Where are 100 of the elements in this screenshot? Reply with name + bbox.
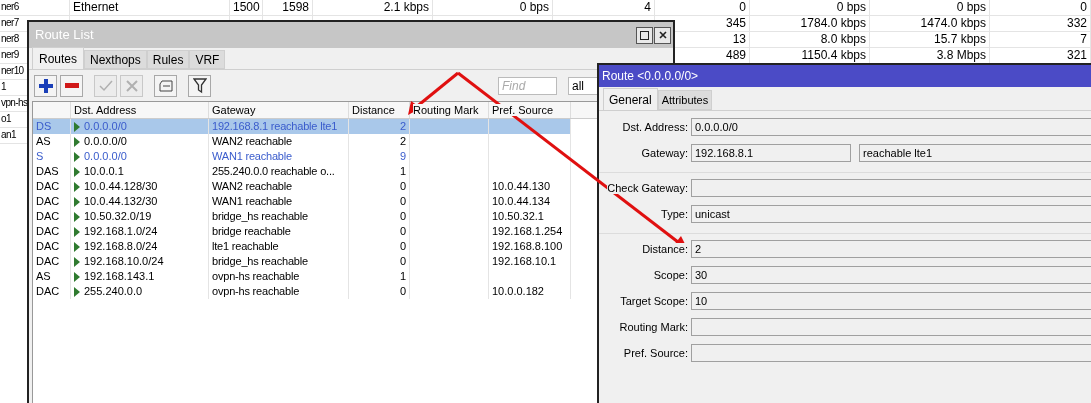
table-cell: 192.168.10.1 (492, 255, 557, 267)
field-label: Check Gateway: (607, 181, 688, 194)
route-row[interactable]: AS 192.168.143.1 ovpn-hs reachable 1 (33, 269, 571, 284)
route-row[interactable]: DAC 192.168.10.0/24 bridge_hs reachable 0 192.168.10.1 (33, 254, 571, 269)
route-row[interactable]: AS 0.0.0.0/0 WAN2 reachable 2 (33, 134, 571, 149)
table-cell: 192.168.1.0/24 (84, 224, 158, 239)
table-cell: WAN2 reachable (212, 135, 292, 147)
route-row[interactable]: DAC 10.50.32.0/19 bridge_hs reachable 0 10.50.32.1 (33, 209, 571, 224)
field-label: Dst. Address: (622, 120, 688, 133)
table-cell: 15.7 kbps (933, 32, 986, 46)
route-row[interactable]: DAS 10.0.0.1 255.240.0.0 reachable o... 1 (33, 164, 571, 179)
table-cell: 192.168.1.254 (492, 225, 563, 237)
table-cell: bridge_hs reachable (212, 210, 308, 222)
triangle-icon (74, 151, 80, 162)
table-cell: bridge_hs reachable (212, 255, 308, 267)
table-cell: ovpn-hs reachable (212, 285, 300, 297)
table-cell: WAN2 reachable (212, 180, 292, 192)
text-field[interactable] (691, 344, 1091, 362)
tab[interactable]: Attributes (657, 90, 713, 110)
tab[interactable]: VRF (189, 50, 226, 69)
triangle-icon (74, 136, 80, 147)
table-cell: ner8 (1, 33, 19, 44)
comment-button[interactable] (154, 74, 177, 97)
tab[interactable]: Rules (146, 50, 190, 69)
table-cell: Ethernet (73, 0, 119, 14)
text-field[interactable] (691, 318, 1091, 336)
find-field[interactable]: Find (498, 76, 557, 95)
table-cell: 10.0.44.132/30 (84, 194, 158, 209)
table-cell: 10.0.0.1 (84, 164, 124, 179)
table-cell: 0.0.0.0/0 (84, 119, 127, 134)
tab[interactable]: General (603, 88, 658, 110)
table-cell: 192.168.143.1 (84, 269, 155, 284)
text-field[interactable]: 2 (691, 240, 1091, 258)
table-cell: WAN1 reachable (212, 195, 292, 207)
tab[interactable]: Nexthops (84, 50, 147, 69)
table-cell: an1 (1, 129, 16, 140)
text-field[interactable]: 0.0.0.0/0 (691, 118, 1091, 136)
table-cell: ner9 (1, 49, 19, 60)
maximize-icon (640, 30, 649, 40)
table-cell: 0 (349, 284, 410, 299)
table-cell: 1474.0 kbps (920, 16, 986, 30)
note-icon (158, 79, 173, 92)
table-cell: o1 (1, 113, 11, 124)
column-header[interactable]: Distance (352, 104, 395, 116)
table-cell: 3.8 Mbps (936, 48, 986, 62)
text-field[interactable] (691, 179, 1091, 197)
text-field[interactable]: 30 (691, 266, 1091, 284)
triangle-icon (74, 166, 80, 177)
table-cell: 1 (1, 81, 6, 92)
field-label: Routing Mark: (619, 320, 688, 333)
table-cell: 321 (1066, 48, 1087, 62)
maximize-button[interactable] (636, 26, 653, 44)
route-row[interactable]: DAC 192.168.1.0/24 bridge reachable 0 192.168.1.254 (33, 224, 571, 239)
table-cell: vpn-hs (1, 97, 28, 108)
table-cell: 0.0.0.0/0 (84, 134, 127, 149)
route-row[interactable]: DS 0.0.0.0/0 192.168.8.1 reachable lte1 2 (33, 119, 571, 134)
triangle-icon (74, 196, 80, 207)
route-row[interactable]: DAC 192.168.8.0/24 lte1 reachable 0 192.168.8.100 (33, 239, 571, 254)
table-cell: 345 (725, 16, 746, 30)
filter-button[interactable] (188, 74, 211, 97)
column-header[interactable]: Pref. Source (492, 104, 554, 116)
column-header[interactable]: Dst. Address (74, 104, 137, 116)
text-field[interactable]: reachable lte1 (859, 144, 1091, 162)
field-label: Target Scope: (620, 294, 688, 307)
text-field[interactable]: 10 (691, 292, 1091, 310)
field-label: Distance: (642, 242, 688, 255)
triangle-icon (74, 271, 80, 282)
route-row[interactable]: DAC 10.0.44.128/30 WAN2 reachable 0 10.0.44.130 (33, 179, 571, 194)
table-cell: 489 (725, 48, 746, 62)
table-cell: 4 (644, 0, 651, 14)
close-button[interactable] (654, 26, 671, 44)
table-cell: 10.0.44.134 (492, 195, 551, 207)
remove-button[interactable] (60, 74, 83, 97)
route-row[interactable]: S 0.0.0.0/0 WAN1 reachable 9 (33, 149, 571, 164)
triangle-icon (74, 226, 80, 237)
route-row[interactable]: DAC 10.0.44.132/30 WAN1 reachable 0 10.0.44.134 (33, 194, 571, 209)
column-header[interactable]: Routing Mark (413, 104, 479, 116)
tab[interactable]: Routes (32, 47, 85, 69)
field-label: Gateway: (641, 146, 688, 159)
text-field[interactable]: unicast (691, 205, 1091, 223)
table-cell: 0 (739, 0, 746, 14)
triangle-icon (74, 286, 80, 297)
table-cell: WAN1 reachable (212, 150, 292, 162)
add-button[interactable] (34, 74, 57, 97)
table-cell: 332 (1066, 16, 1087, 30)
field-label: Pref. Source: (623, 346, 688, 359)
column-header[interactable]: Gateway (212, 104, 256, 116)
check-icon (98, 79, 113, 92)
table-cell: 1150.4 kbps (801, 48, 866, 62)
triangle-icon (74, 181, 80, 192)
x-icon (125, 79, 138, 92)
table-cell: 192.168.8.1 reachable lte1 (212, 120, 338, 132)
flags-cell: DAC (33, 284, 71, 299)
table-cell: 0 bps (519, 0, 549, 14)
field-label: Scope: (653, 268, 688, 281)
route-row[interactable]: DAC 255.240.0.0 ovpn-hs reachable 0 10.0.0.182 (33, 284, 571, 299)
table-cell: ner7 (1, 17, 19, 28)
triangle-icon (74, 211, 80, 222)
text-field[interactable]: 192.168.8.1 (691, 144, 851, 162)
table-cell: 192.168.10.0/24 (84, 254, 164, 269)
